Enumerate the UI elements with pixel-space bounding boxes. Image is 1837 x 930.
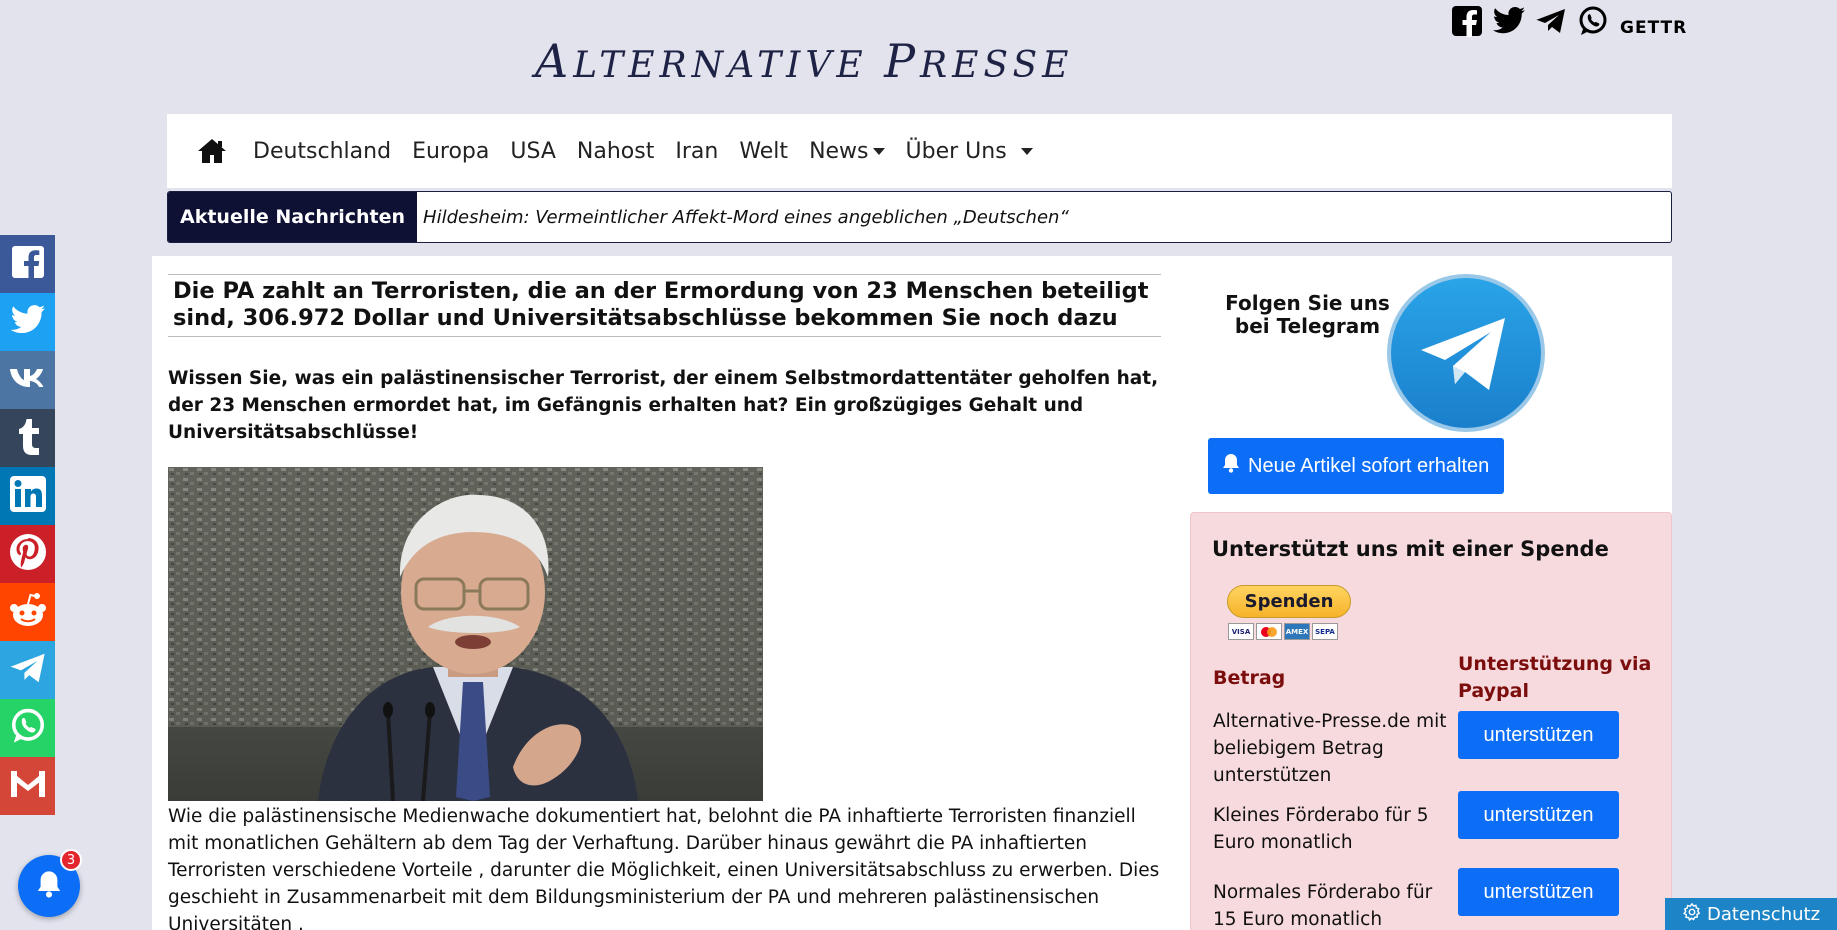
notify-button-label: Neue Artikel sofort erhalten xyxy=(1248,454,1490,477)
chevron-down-icon xyxy=(1020,147,1033,155)
nav-welt[interactable]: Welt xyxy=(739,139,788,164)
nav-news-dropdown[interactable]: News xyxy=(809,138,885,164)
col-paypal-header: Unterstützung via Paypal xyxy=(1458,653,1652,702)
telegram-icon[interactable] xyxy=(1534,4,1568,38)
share-twitter-button[interactable] xyxy=(0,293,55,351)
paypal-donate-button[interactable]: Spenden xyxy=(1227,585,1351,618)
main-nav: Deutschland Europa USA Nahost Iran Welt … xyxy=(167,114,1672,188)
nav-usa[interactable]: USA xyxy=(510,139,556,164)
facebook-square-icon[interactable] xyxy=(1450,4,1484,38)
donate-title: Unterstützt uns mit einer Spende xyxy=(1212,537,1609,561)
nav-nahost[interactable]: Nahost xyxy=(577,139,654,164)
nav-iran[interactable]: Iran xyxy=(675,139,718,164)
privacy-label: Datenschutz xyxy=(1707,903,1821,925)
ticker-headline[interactable]: Hildesheim: Vermeintlicher Affekt-Mord e… xyxy=(417,207,1069,228)
nav-ueber-uns-label: Über Uns xyxy=(905,138,1007,164)
whatsapp-icon xyxy=(9,707,47,749)
vk-icon xyxy=(8,366,48,394)
share-sidebar xyxy=(0,235,55,815)
logo-text: LTERNATIVE xyxy=(573,45,885,86)
article-title: Die PA zahlt an Terroristen, die an der … xyxy=(168,274,1161,337)
support-button[interactable]: unterstützen xyxy=(1458,868,1619,916)
top-social-links: GETTR xyxy=(1450,4,1687,38)
gmail-icon xyxy=(8,768,48,804)
article-lead: Wissen Sie, was ein palästinensischer Te… xyxy=(168,368,1159,443)
news-ticker: Aktuelle Nachrichten Hildesheim: Vermein… xyxy=(167,191,1672,243)
telegram-icon xyxy=(9,651,47,689)
donate-row-text: Normales Förderabo für 15 Euro monatlich xyxy=(1213,882,1433,930)
site-logo[interactable]: ALTERNATIVE PRESSE xyxy=(535,34,1073,88)
payment-cards: VISA AMEX SEPA xyxy=(1228,623,1338,640)
share-vk-button[interactable] xyxy=(0,351,55,409)
telegram-logo-icon[interactable] xyxy=(1385,272,1547,434)
linkedin-icon xyxy=(9,475,47,517)
support-button[interactable]: unterstützen xyxy=(1458,711,1619,759)
amex-icon: AMEX xyxy=(1284,623,1310,640)
mastercard-icon xyxy=(1256,623,1282,640)
facebook-icon xyxy=(10,244,46,284)
notify-subscribe-button[interactable]: Neue Artikel sofort erhalten xyxy=(1208,438,1504,494)
logo-letter: A xyxy=(535,34,574,88)
share-telegram-button[interactable] xyxy=(0,641,55,699)
bell-icon xyxy=(36,870,62,902)
share-gmail-button[interactable] xyxy=(0,757,55,815)
home-icon[interactable] xyxy=(197,133,233,169)
share-whatsapp-button[interactable] xyxy=(0,699,55,757)
tumblr-icon xyxy=(15,416,41,460)
col-amount-header: Betrag xyxy=(1213,667,1286,689)
logo-text: RESSE xyxy=(920,45,1074,86)
notification-badge: 3 xyxy=(60,849,82,871)
twitter-icon xyxy=(9,304,47,340)
article-photo xyxy=(168,467,763,801)
nav-europa[interactable]: Europa xyxy=(412,139,489,164)
reddit-icon xyxy=(8,591,48,633)
bell-icon xyxy=(1222,453,1240,479)
whatsapp-icon[interactable] xyxy=(1576,4,1610,38)
share-tumblr-button[interactable] xyxy=(0,409,55,467)
gear-icon xyxy=(1683,902,1701,926)
visa-icon: VISA xyxy=(1228,623,1254,640)
article-body: Wie die palästinensische Medienwache dok… xyxy=(168,806,1160,930)
privacy-settings-button[interactable]: Datenschutz xyxy=(1665,898,1837,930)
ticker-label: Aktuelle Nachrichten xyxy=(168,192,418,242)
nav-news-label: News xyxy=(809,138,869,164)
nav-ueber-uns-dropdown[interactable]: Über Uns xyxy=(906,139,1033,164)
chevron-down-icon xyxy=(872,147,885,155)
share-pinterest-button[interactable] xyxy=(0,525,55,583)
logo-letter: P xyxy=(884,34,921,88)
share-facebook-button[interactable] xyxy=(0,235,55,293)
donate-row-text: Kleines Förderabo für 5 Euro monatlich xyxy=(1213,805,1429,853)
donate-row-text: Alternative-Presse.de mit beliebigem Bet… xyxy=(1213,711,1447,786)
gettr-link[interactable]: GETTR xyxy=(1620,18,1687,38)
pinterest-icon xyxy=(8,532,48,576)
support-button[interactable]: unterstützen xyxy=(1458,791,1619,839)
share-linkedin-button[interactable] xyxy=(0,467,55,525)
sepa-icon: SEPA xyxy=(1312,623,1338,640)
share-reddit-button[interactable] xyxy=(0,583,55,641)
twitter-icon[interactable] xyxy=(1492,4,1526,38)
notification-bell-button[interactable]: 3 xyxy=(18,849,82,917)
telegram-promo-text: Folgen Sie uns bei Telegram xyxy=(1225,291,1390,338)
nav-deutschland[interactable]: Deutschland xyxy=(253,139,391,164)
